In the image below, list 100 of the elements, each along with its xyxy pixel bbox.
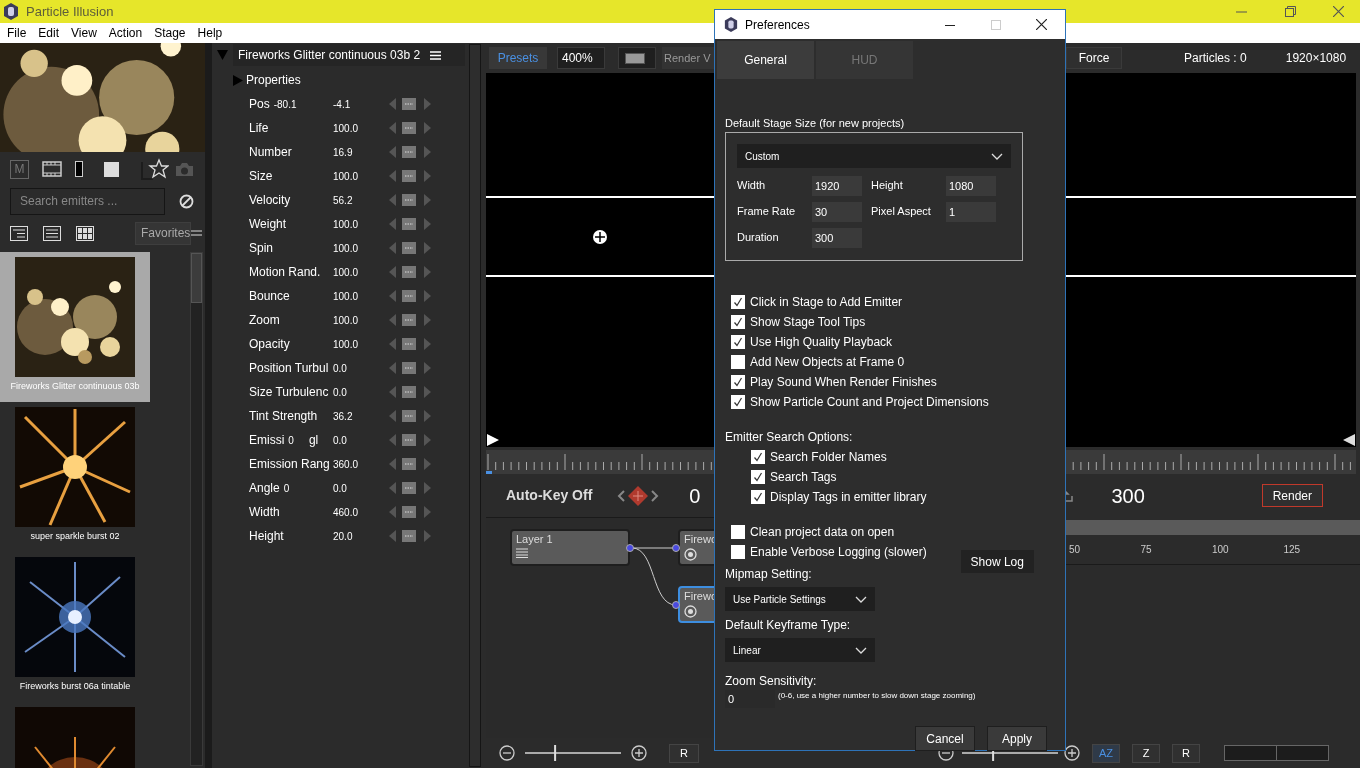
- expand-arrow-icon[interactable]: [233, 74, 243, 86]
- key-button-icon[interactable]: [402, 362, 416, 374]
- previous-key-icon[interactable]: [389, 290, 396, 302]
- previous-key-icon[interactable]: [389, 170, 396, 182]
- render-button[interactable]: Render: [1261, 484, 1323, 507]
- out-point-marker-icon[interactable]: [1343, 434, 1355, 446]
- next-key-icon[interactable]: [424, 410, 431, 422]
- previous-key-icon[interactable]: [389, 482, 396, 494]
- tall-bar-icon[interactable]: [75, 161, 83, 177]
- property-value[interactable]: 100.0: [333, 336, 383, 352]
- previous-keyframe-icon[interactable]: [617, 489, 626, 502]
- film-icon[interactable]: [42, 161, 62, 177]
- checkbox[interactable]: [751, 490, 765, 504]
- checkbox[interactable]: [731, 355, 745, 369]
- text-field[interactable]: 1920: [812, 176, 862, 196]
- star-icon[interactable]: [141, 158, 169, 180]
- previous-key-icon[interactable]: [389, 362, 396, 374]
- close-icon[interactable]: [1036, 19, 1047, 30]
- key-button-icon[interactable]: [402, 386, 416, 398]
- property-value[interactable]: 0.0: [333, 480, 383, 496]
- key-button-icon[interactable]: [402, 194, 416, 206]
- previous-key-icon[interactable]: [389, 314, 396, 326]
- emitter-item[interactable]: Fireworks burst 06a tintable: [0, 552, 150, 702]
- next-key-icon[interactable]: [424, 242, 431, 254]
- next-key-icon[interactable]: [424, 338, 431, 350]
- force-button[interactable]: Force: [1066, 47, 1122, 69]
- restore-icon[interactable]: [1285, 6, 1296, 17]
- next-key-icon[interactable]: [424, 482, 431, 494]
- next-key-icon[interactable]: [424, 362, 431, 374]
- next-key-icon[interactable]: [424, 122, 431, 134]
- property-value[interactable]: 0.0: [333, 384, 383, 400]
- next-key-icon[interactable]: [424, 314, 431, 326]
- next-key-icon[interactable]: [424, 170, 431, 182]
- key-button-icon[interactable]: [402, 482, 416, 494]
- show-log-button[interactable]: Show Log: [960, 550, 1034, 573]
- next-key-icon[interactable]: [424, 266, 431, 278]
- chevron-down-icon[interactable]: [855, 595, 867, 603]
- tab[interactable]: General: [717, 41, 814, 79]
- slider-thumb[interactable]: [554, 745, 557, 761]
- dropdown[interactable]: Linear: [725, 638, 875, 662]
- previous-key-icon[interactable]: [389, 146, 396, 158]
- dropdown[interactable]: Custom: [737, 144, 1011, 168]
- previous-key-icon[interactable]: [389, 98, 396, 110]
- property-value[interactable]: 56.2: [333, 192, 383, 208]
- checkbox[interactable]: [731, 315, 745, 329]
- camera-icon[interactable]: [175, 161, 194, 177]
- zoom-in-icon[interactable]: [631, 745, 647, 761]
- next-key-icon[interactable]: [424, 146, 431, 158]
- menu-item[interactable]: Help: [191, 24, 229, 42]
- color-swatch-button[interactable]: [618, 47, 656, 69]
- key-button-icon[interactable]: [402, 290, 416, 302]
- previous-key-icon[interactable]: [389, 458, 396, 470]
- zoom-dropdown[interactable]: 400%: [557, 47, 605, 69]
- property-value[interactable]: 100.0: [333, 168, 383, 184]
- menu-item[interactable]: View: [65, 24, 103, 42]
- key-button-icon[interactable]: [402, 338, 416, 350]
- property-value[interactable]: 36.2: [333, 408, 383, 424]
- menu-item[interactable]: Edit: [32, 24, 66, 42]
- next-key-icon[interactable]: [424, 530, 431, 542]
- checkbox[interactable]: [731, 395, 745, 409]
- section-header[interactable]: Properties: [246, 71, 301, 89]
- dropdown[interactable]: Use Particle Settings: [725, 587, 875, 611]
- chevron-down-icon[interactable]: [855, 646, 867, 654]
- text-field[interactable]: 300: [812, 228, 862, 248]
- sort-button[interactable]: R: [1172, 743, 1200, 763]
- text-field[interactable]: 1: [946, 202, 996, 222]
- sort-button[interactable]: Z: [1132, 743, 1160, 763]
- key-button-icon[interactable]: [402, 314, 416, 326]
- previous-key-icon[interactable]: [389, 242, 396, 254]
- checkbox[interactable]: [731, 545, 745, 559]
- favorites-button[interactable]: Favorites: [135, 221, 191, 245]
- checkbox[interactable]: [751, 470, 765, 484]
- key-button-icon[interactable]: [402, 410, 416, 422]
- next-key-icon[interactable]: [424, 458, 431, 470]
- previous-key-icon[interactable]: [389, 122, 396, 134]
- search-field[interactable]: Search emitters ...: [10, 187, 165, 215]
- next-key-icon[interactable]: [424, 98, 431, 110]
- key-button-icon[interactable]: [402, 434, 416, 446]
- menu-item[interactable]: File: [1, 24, 33, 42]
- property-value[interactable]: 100.0: [333, 264, 383, 280]
- previous-key-icon[interactable]: [389, 218, 396, 230]
- property-value[interactable]: 360.0: [333, 456, 383, 472]
- property-value[interactable]: 20.0: [333, 528, 383, 544]
- previous-key-icon[interactable]: [389, 530, 396, 542]
- menu-item[interactable]: Action: [102, 24, 149, 42]
- previous-key-icon[interactable]: [389, 338, 396, 350]
- previous-key-icon[interactable]: [389, 194, 396, 206]
- list-view-icon[interactable]: [43, 225, 61, 241]
- next-keyframe-icon[interactable]: [651, 489, 660, 502]
- checkbox[interactable]: [731, 335, 745, 349]
- previous-key-icon[interactable]: [389, 266, 396, 278]
- key-button-icon[interactable]: [402, 146, 416, 158]
- square-icon[interactable]: [104, 161, 119, 177]
- crosshair-icon[interactable]: [593, 230, 607, 244]
- property-value[interactable]: 0: [288, 432, 294, 448]
- key-button-icon[interactable]: [402, 170, 416, 182]
- checkbox[interactable]: [731, 525, 745, 539]
- property-value[interactable]: 460.0: [333, 504, 383, 520]
- next-key-icon[interactable]: [424, 194, 431, 206]
- in-point-marker-icon[interactable]: [487, 434, 499, 446]
